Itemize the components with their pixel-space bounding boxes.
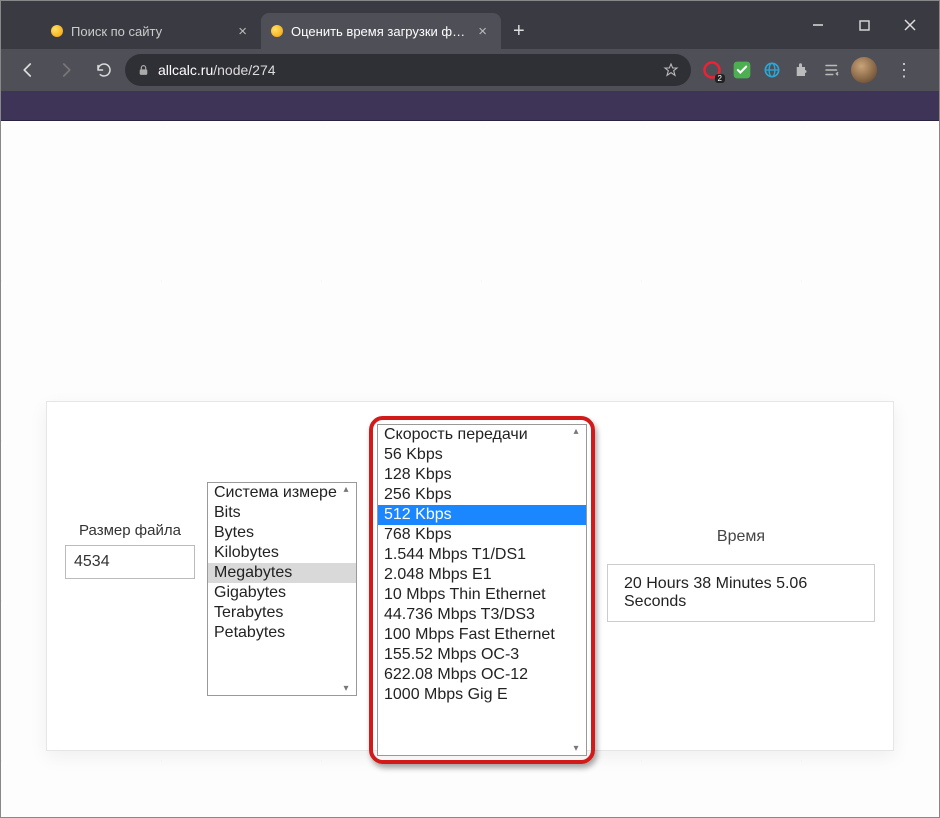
page-header-banner <box>1 91 939 121</box>
file-size-column: Размер файла <box>65 522 195 579</box>
time-column: Время 20 Hours 38 Minutes 5.06 Seconds <box>607 528 875 622</box>
list-item[interactable]: Kilobytes <box>208 543 356 563</box>
tab-active[interactable]: Оценить время загрузки файла × <box>261 13 501 49</box>
window-controls <box>795 1 939 49</box>
extensions-puzzle-icon[interactable] <box>791 59 813 81</box>
scroll-down-icon[interactable]: ▾ <box>568 743 584 754</box>
calculator-card: Размер файла ▴ Система измереBitsBytesKi… <box>46 401 894 751</box>
list-item[interactable]: Petabytes <box>208 623 356 643</box>
favicon-icon <box>271 25 283 37</box>
list-item[interactable]: 768 Kbps <box>378 525 586 545</box>
list-item[interactable]: Скорость передачи <box>378 425 586 445</box>
browser-window: Поиск по сайту × Оценить время загрузки … <box>0 0 940 818</box>
close-icon[interactable]: × <box>234 23 251 40</box>
scroll-up-icon[interactable]: ▴ <box>568 426 584 437</box>
file-size-input[interactable] <box>65 545 195 579</box>
tab-title: Оценить время загрузки файла <box>291 24 466 39</box>
close-button[interactable] <box>887 5 933 45</box>
list-item[interactable]: 100 Mbps Fast Ethernet <box>378 625 586 645</box>
extension-globe-icon[interactable] <box>761 59 783 81</box>
list-item[interactable]: 1.544 Mbps T1/DS1 <box>378 545 586 565</box>
new-tab-button[interactable]: + <box>501 13 537 49</box>
back-button[interactable] <box>11 53 45 87</box>
favicon-icon <box>51 25 63 37</box>
list-item[interactable]: 155.52 Mbps OC-3 <box>378 645 586 665</box>
list-item[interactable]: 10 Mbps Thin Ethernet <box>378 585 586 605</box>
list-item[interactable]: 622.08 Mbps OC-12 <box>378 665 586 685</box>
forward-button[interactable] <box>49 53 83 87</box>
profile-avatar[interactable] <box>851 57 877 83</box>
extension-check-icon[interactable] <box>731 59 753 81</box>
list-item[interactable]: 44.736 Mbps T3/DS3 <box>378 605 586 625</box>
toolbar: allcalc.ru/node/274 2 ⋮ <box>1 49 939 91</box>
list-item[interactable]: Bits <box>208 503 356 523</box>
unit-column: ▴ Система измереBitsBytesKilobytesMegaby… <box>207 482 357 696</box>
reload-button[interactable] <box>87 53 121 87</box>
list-item[interactable]: 56 Kbps <box>378 445 586 465</box>
maximize-button[interactable] <box>841 5 887 45</box>
tab-inactive[interactable]: Поиск по сайту × <box>41 13 261 49</box>
list-item[interactable]: 256 Kbps <box>378 485 586 505</box>
time-label: Время <box>717 528 765 546</box>
titlebar: Поиск по сайту × Оценить время загрузки … <box>1 1 939 49</box>
list-item[interactable]: Megabytes <box>208 563 356 583</box>
list-item[interactable]: 2.048 Mbps E1 <box>378 565 586 585</box>
speed-listbox[interactable]: ▴ Скорость передачи56 Kbps128 Kbps256 Kb… <box>377 424 587 756</box>
scroll-up-icon[interactable]: ▴ <box>338 484 354 495</box>
scroll-down-icon[interactable]: ▾ <box>338 683 354 694</box>
list-item[interactable]: 512 Kbps <box>378 505 586 525</box>
file-size-label: Размер файла <box>65 522 195 539</box>
star-icon[interactable] <box>663 62 679 78</box>
close-icon[interactable]: × <box>474 23 491 40</box>
url-text: allcalc.ru/node/274 <box>158 62 655 78</box>
tab-strip: Поиск по сайту × Оценить время загрузки … <box>1 1 795 49</box>
menu-button[interactable]: ⋮ <box>885 60 923 81</box>
reading-list-icon[interactable] <box>821 59 843 81</box>
list-item[interactable]: Система измере <box>208 483 356 503</box>
list-item[interactable]: Terabytes <box>208 603 356 623</box>
time-result: 20 Hours 38 Minutes 5.06 Seconds <box>607 564 875 622</box>
minimize-button[interactable] <box>795 5 841 45</box>
tab-title: Поиск по сайту <box>71 24 226 39</box>
list-item[interactable]: 1000 Mbps Gig E <box>378 685 586 705</box>
list-item[interactable]: Bytes <box>208 523 356 543</box>
page-content: Размер файла ▴ Система измереBitsBytesKi… <box>1 91 939 817</box>
unit-listbox[interactable]: ▴ Система измереBitsBytesKilobytesMegaby… <box>207 482 357 696</box>
list-item[interactable]: 128 Kbps <box>378 465 586 485</box>
lock-icon <box>137 64 150 77</box>
extensions-area: 2 ⋮ <box>695 57 929 83</box>
speed-highlight-frame: ▴ Скорость передачи56 Kbps128 Kbps256 Kb… <box>369 416 595 764</box>
extension-badge: 2 <box>715 74 725 83</box>
list-item[interactable]: Gigabytes <box>208 583 356 603</box>
speed-column: ▴ Скорость передачи56 Kbps128 Kbps256 Kb… <box>369 422 595 764</box>
extension-opera-icon[interactable]: 2 <box>701 59 723 81</box>
address-bar[interactable]: allcalc.ru/node/274 <box>125 54 691 86</box>
